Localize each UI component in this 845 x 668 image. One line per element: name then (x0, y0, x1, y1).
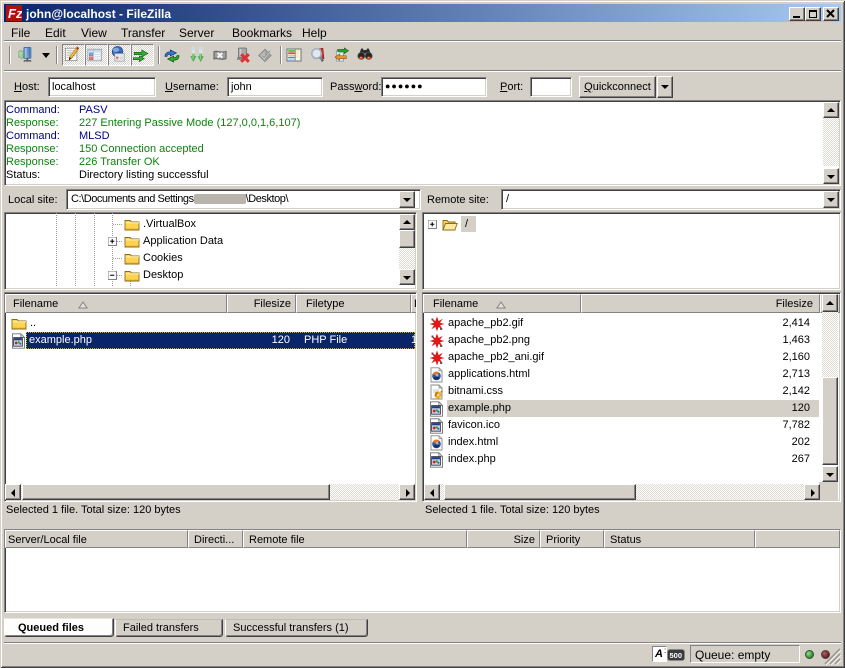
svg-text:Fz: Fz (8, 6, 22, 21)
